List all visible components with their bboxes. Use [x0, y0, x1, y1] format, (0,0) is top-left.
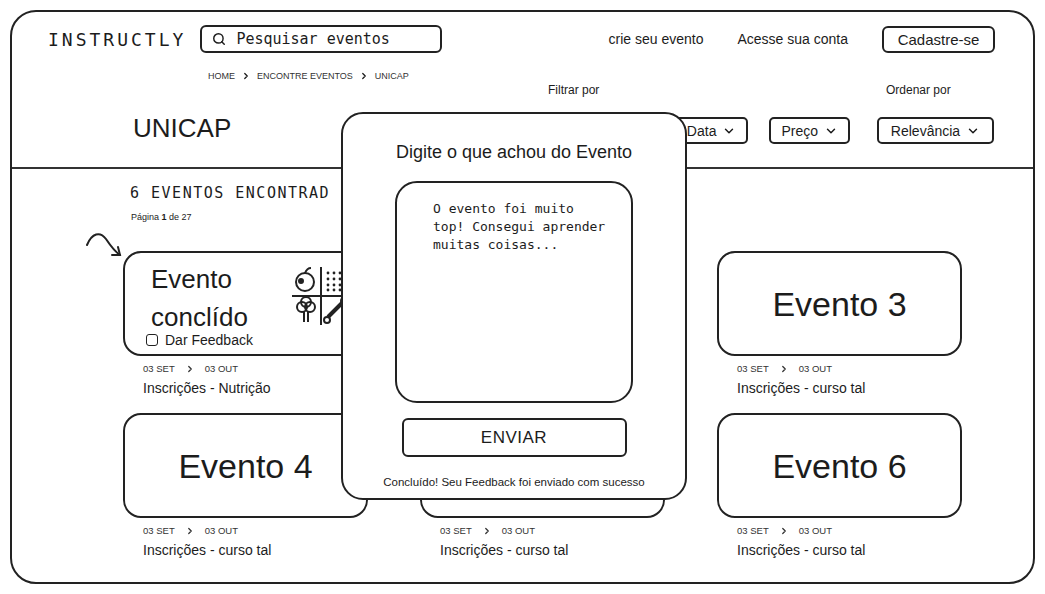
chevron-right-icon — [185, 526, 195, 536]
sort-select[interactable]: Relevância — [877, 117, 994, 144]
event-title: Evento conclído — [151, 253, 279, 336]
search-placeholder: Pesquisar eventos — [236, 30, 390, 48]
event-title: Evento 3 — [772, 283, 906, 325]
event-item: Evento 4 03 SET 03 OUT Inscrições - curso t… — [123, 413, 368, 559]
event-card[interactable]: Evento 6 — [717, 413, 962, 518]
chevron-right-icon — [185, 364, 195, 374]
feedback-dialog: Digite o que achou do Evento O evento foi… — [341, 112, 687, 500]
event-item: Evento 3 03 SET 03 OUT Inscrições - curso t… — [717, 251, 962, 397]
event-dates: 03 SET 03 OUT — [420, 525, 665, 537]
header: INSTRUCTLY Pesquisar eventos crie seu even… — [12, 12, 1033, 53]
start-date: 03 SET — [737, 525, 769, 537]
chevron-right-icon — [241, 71, 251, 81]
sort-group: Ordenar por Relevância — [877, 82, 994, 144]
chevron-down-icon — [722, 124, 736, 138]
start-date: 03 SET — [143, 525, 175, 537]
dialog-title: Digite o que achou do Evento — [396, 140, 632, 164]
breadcrumb-item[interactable]: ENCONTRE EVENTOS — [257, 71, 353, 81]
event-dates: 03 SET 03 OUT — [123, 525, 368, 537]
checkbox-label: Dar Feedback — [165, 332, 253, 348]
event-card[interactable]: Evento 3 — [717, 251, 962, 356]
nav-link[interactable]: crie seu evento — [609, 31, 704, 47]
feedback-checkbox[interactable]: Dar Feedback — [146, 332, 352, 348]
event-title: Evento 4 — [178, 445, 312, 487]
search-icon — [212, 32, 226, 46]
end-date: 03 OUT — [502, 525, 535, 537]
send-button[interactable]: ENVIAR — [402, 418, 627, 457]
event-title: Evento 6 — [772, 445, 906, 487]
end-date: 03 OUT — [205, 525, 238, 537]
chevron-down-icon — [824, 124, 838, 138]
chevron-right-icon — [482, 526, 492, 536]
chevron-down-icon — [966, 124, 980, 138]
nav-link[interactable]: Acesse sua conta — [737, 31, 848, 47]
start-date: 03 SET — [143, 363, 175, 375]
sort-label: Ordenar por — [877, 82, 994, 98]
filter-label: Filtrar por — [548, 82, 850, 98]
chevron-right-icon — [779, 526, 789, 536]
event-item: Evento 6 03 SET 03 OUT Inscrições - curso t… — [717, 413, 962, 559]
logo[interactable]: INSTRUCTLY — [48, 29, 186, 50]
nav: crie seu evento Acesse sua conta Cadastre-… — [609, 26, 995, 53]
event-caption: Inscrições - curso tal — [123, 541, 368, 559]
breadcrumb: HOME ENCONTRE EVENTOS UNICAP — [208, 70, 409, 82]
chevron-right-icon — [779, 364, 789, 374]
breadcrumb-item[interactable]: HOME — [208, 71, 235, 81]
page-frame: INSTRUCTLY Pesquisar eventos crie seu even… — [10, 10, 1035, 584]
event-card[interactable]: Evento conclídoDar Feedback — [123, 251, 368, 356]
end-date: 03 OUT — [799, 363, 832, 375]
breadcrumb-item[interactable]: UNICAP — [375, 71, 409, 81]
event-caption: Inscrições - curso tal — [717, 541, 962, 559]
event-card[interactable]: Evento 4 — [123, 413, 368, 518]
event-dates: 03 SET 03 OUT — [717, 525, 962, 537]
checkbox-box[interactable] — [146, 334, 158, 346]
event-dates: 03 SET 03 OUT — [123, 363, 368, 375]
event-caption: Inscrições - curso tal — [717, 379, 962, 397]
signup-button[interactable]: Cadastre-se — [882, 26, 995, 53]
event-caption: Inscrições - curso tal — [420, 541, 665, 559]
chevron-right-icon — [359, 71, 369, 81]
feedback-textarea[interactable]: O evento foi muito top! Consegui aprende… — [395, 181, 633, 403]
start-date: 03 SET — [440, 525, 472, 537]
search-field[interactable]: Pesquisar eventos — [200, 25, 442, 53]
end-date: 03 OUT — [799, 525, 832, 537]
status-message: Concluído! Seu Feedback foi enviado com … — [383, 476, 644, 498]
arrow-icon — [84, 231, 124, 259]
end-date: 03 OUT — [205, 363, 238, 375]
event-item: Evento conclídoDar Feedback 03 SET 03 OUT I… — [123, 251, 368, 397]
event-dates: 03 SET 03 OUT — [717, 363, 962, 375]
event-caption: Inscrições - Nutrição — [123, 379, 368, 397]
start-date: 03 SET — [737, 363, 769, 375]
filter-select[interactable]: Preço — [769, 117, 850, 144]
